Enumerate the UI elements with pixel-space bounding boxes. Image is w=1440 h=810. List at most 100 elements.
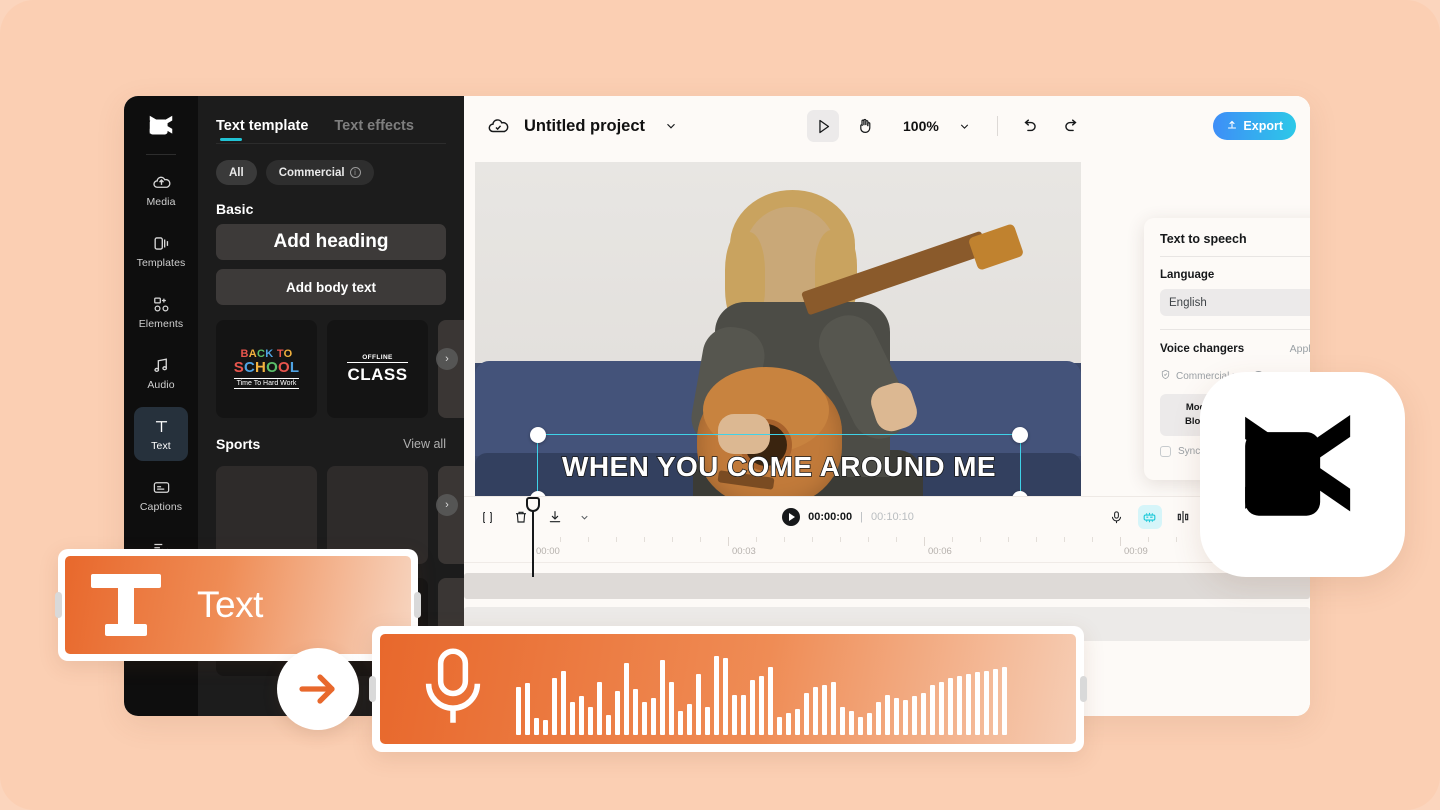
sidebar-item-label: Captions xyxy=(139,500,183,513)
chip-all[interactable]: All xyxy=(216,160,257,185)
waveform-bar xyxy=(651,698,656,735)
ruler-label: 00:00 xyxy=(536,546,560,557)
timeline-ruler[interactable]: 00:00 00:03 00:06 00:09 00:12 xyxy=(464,537,1310,563)
playhead[interactable] xyxy=(526,497,540,577)
waveform-bar xyxy=(579,696,584,735)
capcut-logo-icon[interactable] xyxy=(142,108,180,146)
info-icon[interactable]: i xyxy=(349,167,361,178)
language-select[interactable]: English xyxy=(1160,289,1310,316)
canvas-overlay-text[interactable]: WHEN YOU COME AROUND ME xyxy=(538,450,1020,483)
sidebar-item-captions[interactable]: Captions xyxy=(134,468,188,522)
chevron-right-icon[interactable]: › xyxy=(436,348,458,370)
waveform-bar xyxy=(966,674,971,735)
sidebar-item-templates[interactable]: Templates xyxy=(134,224,188,278)
captions-icon xyxy=(152,478,171,498)
capcut-logo-badge xyxy=(1200,372,1405,577)
chevron-right-icon[interactable]: › xyxy=(436,494,458,516)
play-button[interactable] xyxy=(782,508,801,526)
sidebar-item-text[interactable]: Text xyxy=(134,407,188,461)
download-chevron-down-icon[interactable] xyxy=(578,506,590,528)
waveform-bar xyxy=(543,720,548,735)
rail-divider xyxy=(146,154,176,155)
tab-text-effects[interactable]: Text effects xyxy=(334,118,414,143)
waveform-bar xyxy=(867,712,872,735)
cloud-check-icon[interactable] xyxy=(482,110,514,142)
waveform-bar xyxy=(795,709,800,735)
sidebar-item-label: Templates xyxy=(136,256,186,269)
view-all-sports-link[interactable]: View all xyxy=(403,437,446,451)
arrow-right-icon xyxy=(277,648,359,730)
chip-commercial[interactable]: Commercial i xyxy=(265,160,374,185)
playhead-handle[interactable] xyxy=(526,497,540,512)
waveform-bar xyxy=(750,679,755,735)
audio-waveform xyxy=(516,643,1007,735)
language-value: English xyxy=(1169,296,1207,309)
thumb-line-2: SCHOOL xyxy=(233,359,300,377)
apply-to-all-link[interactable]: Apply to all xyxy=(1290,343,1310,355)
resize-handle-top-right[interactable] xyxy=(1012,427,1028,443)
card-grip-left xyxy=(369,676,376,702)
tts-divider xyxy=(1160,256,1310,257)
template-thumb-back-to-school[interactable]: BACK TO SCHOOL Time To Hard Work xyxy=(216,320,317,418)
ruler-label: 00:06 xyxy=(928,546,952,557)
waveform-bar xyxy=(804,692,809,735)
section-header-sports: Sports View all xyxy=(198,418,464,460)
thumb-art: OFFLINE CLASS xyxy=(347,354,408,385)
current-time: 00:00:00 xyxy=(808,511,853,523)
select-tool-button[interactable] xyxy=(807,110,840,142)
waveform-bar xyxy=(984,670,989,735)
ruler-label: 00:09 xyxy=(1124,546,1148,557)
project-name[interactable]: Untitled project xyxy=(524,117,645,136)
resize-handle-top-left[interactable] xyxy=(530,427,546,443)
waveform-bar xyxy=(858,716,863,735)
text-selection-box[interactable]: WHEN YOU COME AROUND ME xyxy=(530,427,1028,507)
basic-template-row: BACK TO SCHOOL Time To Hard Work OFFLINE… xyxy=(198,314,466,418)
add-heading-button[interactable]: Add heading xyxy=(216,224,446,260)
waveform-bar xyxy=(849,711,854,735)
undo-button[interactable] xyxy=(1014,110,1046,142)
sidebar-item-audio[interactable]: Audio xyxy=(134,346,188,400)
templates-icon xyxy=(152,234,171,254)
waveform-bar xyxy=(930,685,935,735)
chip-label: All xyxy=(229,166,244,179)
waveform-bar xyxy=(714,655,719,735)
waveform-bar xyxy=(939,681,944,735)
microphone-icon[interactable] xyxy=(1106,506,1128,528)
split-clip-button[interactable] xyxy=(1172,506,1194,528)
waveform-bar xyxy=(687,703,692,735)
timeline-toolbar: 00:00:00 | 00:10:10 xyxy=(464,497,1310,537)
language-label: Language xyxy=(1160,269,1215,281)
waveform-bar xyxy=(993,668,998,735)
toolbar-divider xyxy=(996,116,998,136)
auto-captions-icon[interactable] xyxy=(1137,505,1162,529)
sidebar-item-elements[interactable]: Elements xyxy=(134,285,188,339)
total-time: 00:10:10 xyxy=(871,511,914,523)
zoom-chevron-down-icon[interactable] xyxy=(949,110,981,142)
waveform-bar xyxy=(876,701,881,735)
redo-button[interactable] xyxy=(1056,110,1088,142)
hand-tool-button[interactable] xyxy=(849,110,881,142)
split-marker-button[interactable] xyxy=(476,506,498,528)
microphone-icon xyxy=(414,644,492,735)
template-thumb-offline-class[interactable]: OFFLINE CLASS xyxy=(327,320,428,418)
waveform-bar xyxy=(885,694,890,735)
tts-divider-2 xyxy=(1160,329,1310,330)
video-canvas[interactable]: WHEN YOU COME AROUND ME xyxy=(475,162,1081,548)
waveform-bar xyxy=(732,694,737,735)
chip-label: Commercial xyxy=(278,166,345,179)
waveform-bar xyxy=(606,714,611,735)
waveform-bar xyxy=(912,696,917,735)
sync-checkbox[interactable] xyxy=(1160,446,1171,457)
waveform-bar xyxy=(903,700,908,735)
sidebar-item-media[interactable]: Media xyxy=(134,163,188,217)
waveform-bar xyxy=(975,672,980,735)
voice-changers-label: Voice changers xyxy=(1160,343,1245,355)
zoom-level[interactable]: 100% xyxy=(903,118,939,134)
timeline-track-1[interactable] xyxy=(464,573,1310,599)
download-button[interactable] xyxy=(544,506,566,528)
export-button[interactable]: Export xyxy=(1213,112,1296,140)
add-body-text-button[interactable]: Add body text xyxy=(216,269,446,305)
tab-active-underline xyxy=(220,138,242,141)
chevron-down-icon[interactable] xyxy=(655,110,687,142)
export-upload-icon xyxy=(1226,119,1238,134)
